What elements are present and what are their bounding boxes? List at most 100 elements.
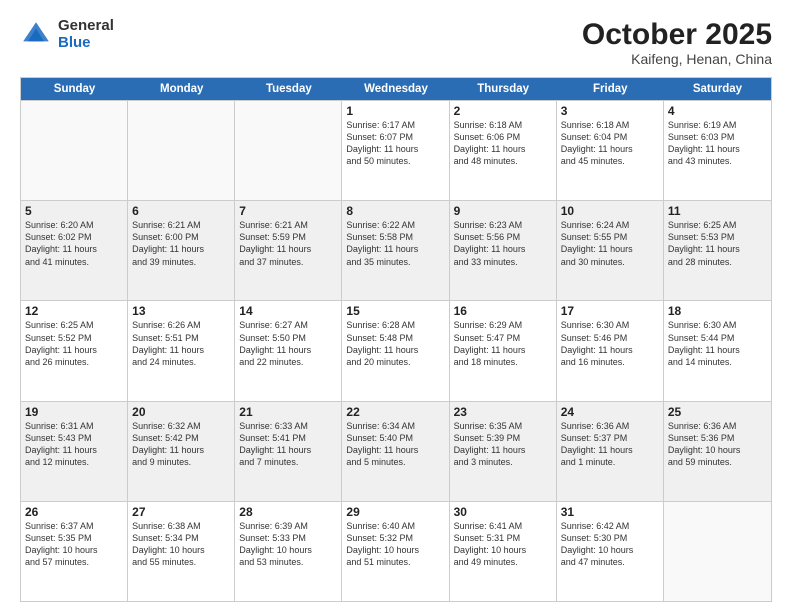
location: Kaifeng, Henan, China	[582, 51, 772, 67]
calendar-cell: 30Sunrise: 6:41 AM Sunset: 5:31 PM Dayli…	[450, 502, 557, 601]
calendar-cell: 1Sunrise: 6:17 AM Sunset: 6:07 PM Daylig…	[342, 101, 449, 200]
calendar-cell: 26Sunrise: 6:37 AM Sunset: 5:35 PM Dayli…	[21, 502, 128, 601]
page: General Blue October 2025 Kaifeng, Henan…	[0, 0, 792, 612]
day-number: 4	[668, 104, 767, 118]
cell-text: Sunrise: 6:41 AM Sunset: 5:31 PM Dayligh…	[454, 520, 552, 569]
cell-text: Sunrise: 6:23 AM Sunset: 5:56 PM Dayligh…	[454, 219, 552, 268]
calendar-header-day: Wednesday	[342, 78, 449, 100]
day-number: 2	[454, 104, 552, 118]
cell-text: Sunrise: 6:25 AM Sunset: 5:53 PM Dayligh…	[668, 219, 767, 268]
calendar-cell: 24Sunrise: 6:36 AM Sunset: 5:37 PM Dayli…	[557, 402, 664, 501]
calendar-cell: 2Sunrise: 6:18 AM Sunset: 6:06 PM Daylig…	[450, 101, 557, 200]
calendar-cell: 17Sunrise: 6:30 AM Sunset: 5:46 PM Dayli…	[557, 301, 664, 400]
day-number: 25	[668, 405, 767, 419]
cell-text: Sunrise: 6:27 AM Sunset: 5:50 PM Dayligh…	[239, 319, 337, 368]
cell-text: Sunrise: 6:30 AM Sunset: 5:44 PM Dayligh…	[668, 319, 767, 368]
day-number: 18	[668, 304, 767, 318]
cell-text: Sunrise: 6:33 AM Sunset: 5:41 PM Dayligh…	[239, 420, 337, 469]
calendar-cell: 9Sunrise: 6:23 AM Sunset: 5:56 PM Daylig…	[450, 201, 557, 300]
day-number: 28	[239, 505, 337, 519]
calendar-row: 19Sunrise: 6:31 AM Sunset: 5:43 PM Dayli…	[21, 401, 771, 501]
cell-text: Sunrise: 6:37 AM Sunset: 5:35 PM Dayligh…	[25, 520, 123, 569]
calendar-header-day: Sunday	[21, 78, 128, 100]
logo-general-text: General	[58, 18, 114, 35]
header: General Blue October 2025 Kaifeng, Henan…	[20, 18, 772, 67]
day-number: 17	[561, 304, 659, 318]
day-number: 30	[454, 505, 552, 519]
calendar-header-day: Saturday	[664, 78, 771, 100]
calendar-row: 1Sunrise: 6:17 AM Sunset: 6:07 PM Daylig…	[21, 100, 771, 200]
day-number: 31	[561, 505, 659, 519]
day-number: 3	[561, 104, 659, 118]
calendar: SundayMondayTuesdayWednesdayThursdayFrid…	[20, 77, 772, 602]
day-number: 24	[561, 405, 659, 419]
cell-text: Sunrise: 6:36 AM Sunset: 5:37 PM Dayligh…	[561, 420, 659, 469]
logo: General Blue	[20, 18, 114, 51]
day-number: 12	[25, 304, 123, 318]
cell-text: Sunrise: 6:30 AM Sunset: 5:46 PM Dayligh…	[561, 319, 659, 368]
cell-text: Sunrise: 6:21 AM Sunset: 5:59 PM Dayligh…	[239, 219, 337, 268]
calendar-cell: 19Sunrise: 6:31 AM Sunset: 5:43 PM Dayli…	[21, 402, 128, 501]
cell-text: Sunrise: 6:22 AM Sunset: 5:58 PM Dayligh…	[346, 219, 444, 268]
calendar-cell: 21Sunrise: 6:33 AM Sunset: 5:41 PM Dayli…	[235, 402, 342, 501]
day-number: 21	[239, 405, 337, 419]
day-number: 13	[132, 304, 230, 318]
calendar-cell: 27Sunrise: 6:38 AM Sunset: 5:34 PM Dayli…	[128, 502, 235, 601]
month-title: October 2025	[582, 18, 772, 51]
cell-text: Sunrise: 6:38 AM Sunset: 5:34 PM Dayligh…	[132, 520, 230, 569]
calendar-cell: 31Sunrise: 6:42 AM Sunset: 5:30 PM Dayli…	[557, 502, 664, 601]
calendar-cell: 29Sunrise: 6:40 AM Sunset: 5:32 PM Dayli…	[342, 502, 449, 601]
calendar-header-day: Monday	[128, 78, 235, 100]
day-number: 14	[239, 304, 337, 318]
calendar-cell: 14Sunrise: 6:27 AM Sunset: 5:50 PM Dayli…	[235, 301, 342, 400]
day-number: 7	[239, 204, 337, 218]
cell-text: Sunrise: 6:18 AM Sunset: 6:06 PM Dayligh…	[454, 119, 552, 168]
cell-text: Sunrise: 6:29 AM Sunset: 5:47 PM Dayligh…	[454, 319, 552, 368]
calendar-cell: 22Sunrise: 6:34 AM Sunset: 5:40 PM Dayli…	[342, 402, 449, 501]
day-number: 11	[668, 204, 767, 218]
calendar-header: SundayMondayTuesdayWednesdayThursdayFrid…	[21, 78, 771, 100]
calendar-cell	[128, 101, 235, 200]
day-number: 29	[346, 505, 444, 519]
calendar-header-day: Tuesday	[235, 78, 342, 100]
cell-text: Sunrise: 6:40 AM Sunset: 5:32 PM Dayligh…	[346, 520, 444, 569]
day-number: 15	[346, 304, 444, 318]
day-number: 5	[25, 204, 123, 218]
logo-blue-text: Blue	[58, 35, 114, 52]
day-number: 26	[25, 505, 123, 519]
day-number: 23	[454, 405, 552, 419]
cell-text: Sunrise: 6:28 AM Sunset: 5:48 PM Dayligh…	[346, 319, 444, 368]
calendar-cell: 16Sunrise: 6:29 AM Sunset: 5:47 PM Dayli…	[450, 301, 557, 400]
title-block: October 2025 Kaifeng, Henan, China	[582, 18, 772, 67]
calendar-cell: 11Sunrise: 6:25 AM Sunset: 5:53 PM Dayli…	[664, 201, 771, 300]
calendar-cell: 28Sunrise: 6:39 AM Sunset: 5:33 PM Dayli…	[235, 502, 342, 601]
day-number: 10	[561, 204, 659, 218]
calendar-header-day: Thursday	[450, 78, 557, 100]
calendar-cell: 23Sunrise: 6:35 AM Sunset: 5:39 PM Dayli…	[450, 402, 557, 501]
day-number: 6	[132, 204, 230, 218]
calendar-cell: 15Sunrise: 6:28 AM Sunset: 5:48 PM Dayli…	[342, 301, 449, 400]
cell-text: Sunrise: 6:21 AM Sunset: 6:00 PM Dayligh…	[132, 219, 230, 268]
logo-icon	[20, 19, 52, 51]
day-number: 16	[454, 304, 552, 318]
calendar-row: 5Sunrise: 6:20 AM Sunset: 6:02 PM Daylig…	[21, 200, 771, 300]
calendar-cell: 4Sunrise: 6:19 AM Sunset: 6:03 PM Daylig…	[664, 101, 771, 200]
day-number: 8	[346, 204, 444, 218]
calendar-cell: 18Sunrise: 6:30 AM Sunset: 5:44 PM Dayli…	[664, 301, 771, 400]
calendar-cell: 25Sunrise: 6:36 AM Sunset: 5:36 PM Dayli…	[664, 402, 771, 501]
cell-text: Sunrise: 6:26 AM Sunset: 5:51 PM Dayligh…	[132, 319, 230, 368]
calendar-cell: 13Sunrise: 6:26 AM Sunset: 5:51 PM Dayli…	[128, 301, 235, 400]
day-number: 20	[132, 405, 230, 419]
calendar-cell: 10Sunrise: 6:24 AM Sunset: 5:55 PM Dayli…	[557, 201, 664, 300]
day-number: 9	[454, 204, 552, 218]
cell-text: Sunrise: 6:35 AM Sunset: 5:39 PM Dayligh…	[454, 420, 552, 469]
day-number: 19	[25, 405, 123, 419]
day-number: 22	[346, 405, 444, 419]
cell-text: Sunrise: 6:32 AM Sunset: 5:42 PM Dayligh…	[132, 420, 230, 469]
day-number: 1	[346, 104, 444, 118]
calendar-cell: 3Sunrise: 6:18 AM Sunset: 6:04 PM Daylig…	[557, 101, 664, 200]
calendar-cell: 6Sunrise: 6:21 AM Sunset: 6:00 PM Daylig…	[128, 201, 235, 300]
cell-text: Sunrise: 6:34 AM Sunset: 5:40 PM Dayligh…	[346, 420, 444, 469]
cell-text: Sunrise: 6:42 AM Sunset: 5:30 PM Dayligh…	[561, 520, 659, 569]
calendar-cell: 20Sunrise: 6:32 AM Sunset: 5:42 PM Dayli…	[128, 402, 235, 501]
